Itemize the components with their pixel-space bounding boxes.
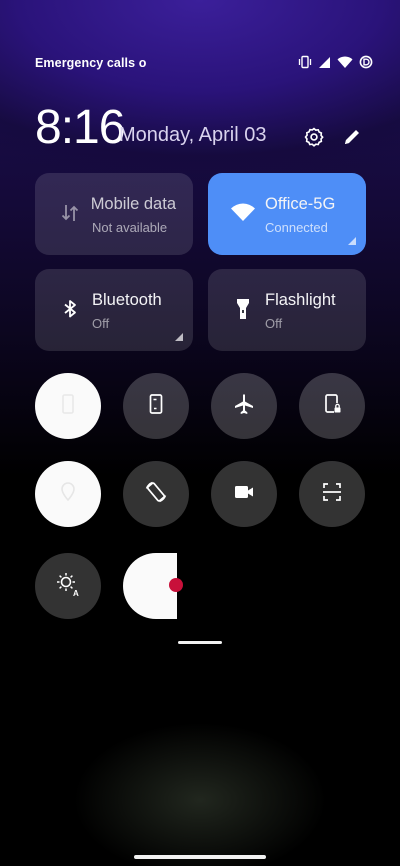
clock[interactable]: 8:16: [35, 100, 125, 156]
video-icon: [232, 480, 256, 509]
tile-title: Office-5G: [265, 195, 336, 213]
date[interactable]: Monday, April 03: [119, 124, 267, 147]
bluetooth-icon: [57, 296, 83, 322]
toggle-button-1[interactable]: [35, 373, 101, 439]
mobile-data-icon: [57, 200, 83, 226]
lock-screen-icon: [320, 392, 344, 421]
scanner-toggle[interactable]: [299, 461, 365, 527]
tile-bluetooth[interactable]: Bluetooth Off: [35, 269, 193, 351]
wifi-icon: [337, 56, 353, 74]
tile-flashlight[interactable]: Flashlight Off: [208, 269, 366, 351]
dark-mode-icon: [169, 578, 183, 592]
edit-icon[interactable]: [339, 124, 365, 150]
auto-brightness-toggle[interactable]: A: [35, 553, 101, 619]
tile-wifi[interactable]: Office-5G Connected: [208, 173, 366, 255]
screen-recorder-toggle[interactable]: [211, 461, 277, 527]
location-toggle[interactable]: [35, 461, 101, 527]
auto-rotate-toggle[interactable]: [123, 461, 189, 527]
panel-drag-handle[interactable]: [178, 641, 222, 644]
dark-mode-toggle[interactable]: [123, 553, 183, 619]
vibrate-icon: [298, 55, 312, 74]
tile-title: Flashlight: [265, 291, 336, 309]
status-icons: [298, 55, 373, 74]
status-carrier-text: Emergency calls o: [35, 56, 147, 70]
flashlight-icon: [230, 296, 256, 322]
screen-icon: [144, 392, 168, 421]
wifi-icon: [230, 200, 256, 226]
expand-arrow-icon[interactable]: [348, 237, 356, 245]
tile-subtitle: Off: [92, 316, 110, 331]
auto-brightness-icon: A: [54, 570, 82, 603]
tile-subtitle: Connected: [265, 220, 328, 235]
svg-text:A: A: [73, 589, 79, 598]
auto-rotate-icon: [143, 479, 169, 510]
navigation-bar[interactable]: [134, 855, 266, 859]
tile-title: Mobile data: [92, 195, 176, 213]
airplane-mode-toggle[interactable]: [211, 373, 277, 439]
expand-arrow-icon[interactable]: [175, 333, 183, 341]
screen-icon: [56, 392, 80, 421]
screen-cast-toggle[interactable]: [123, 373, 189, 439]
airplane-icon: [232, 392, 256, 421]
tile-subtitle: Off: [265, 316, 283, 331]
lock-screen-toggle[interactable]: [299, 373, 365, 439]
settings-icon[interactable]: [301, 124, 327, 150]
tile-mobile-data[interactable]: Mobile data Not available: [35, 173, 193, 255]
tile-title: Bluetooth: [92, 291, 162, 309]
tile-subtitle: Not available: [92, 220, 168, 235]
data-saver-icon: [359, 55, 373, 74]
location-icon: [56, 480, 80, 509]
signal-icon: [318, 56, 331, 74]
scanner-icon: [320, 480, 344, 509]
